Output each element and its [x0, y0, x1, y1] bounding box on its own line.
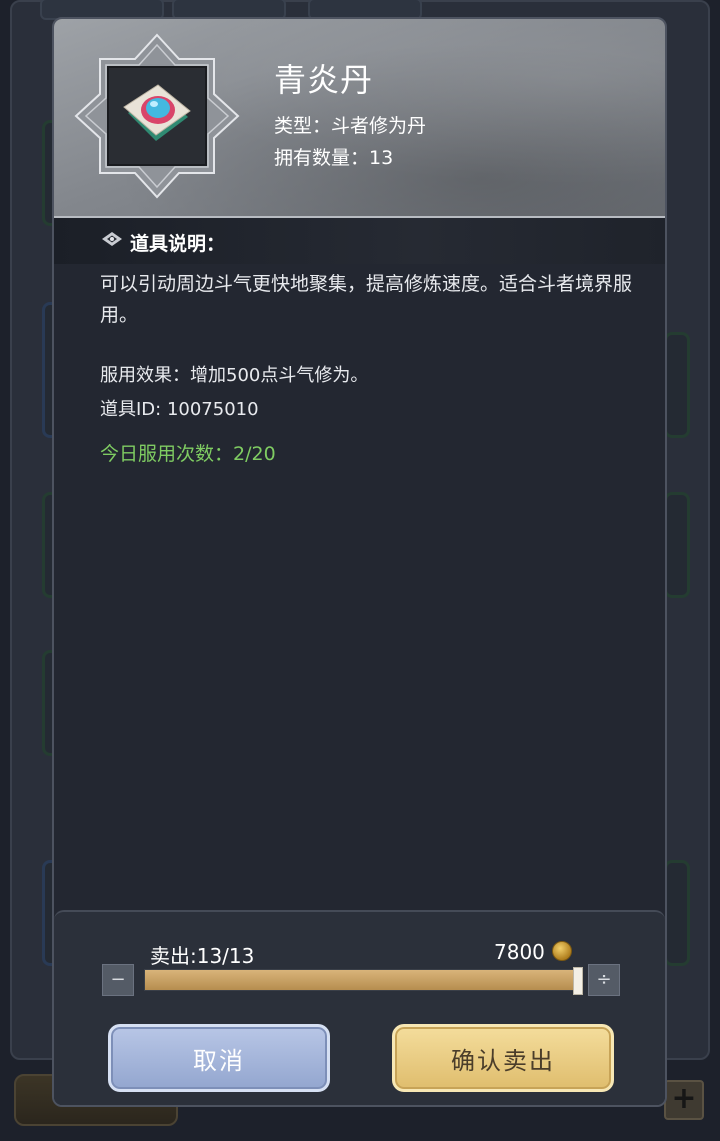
confirm-sell-button[interactable]: 确认卖出 — [392, 1024, 614, 1092]
background-slot — [664, 332, 690, 438]
slider-handle[interactable] — [573, 967, 583, 995]
decrease-button[interactable]: − — [102, 964, 134, 996]
item-header: 青炎丹 类型：斗者修为丹 拥有数量：13 — [54, 19, 665, 218]
item-effect: 服用效果：增加500点斗气修为。 — [100, 365, 369, 386]
item-owned-count: 拥有数量：13 — [274, 147, 394, 169]
daily-use-count: 今日服用次数：2/20 — [100, 443, 276, 465]
sell-price: 7800 — [494, 940, 545, 964]
item-detail-dialog: 青炎丹 类型：斗者修为丹 拥有数量：13 道具说明： 可以引动周边斗气更快地聚集… — [52, 17, 667, 1107]
item-icon-frame — [74, 33, 240, 199]
sell-quantity-slider[interactable] — [144, 967, 583, 995]
description-section-header: 道具说明： — [54, 218, 665, 264]
increase-button[interactable]: ÷ — [588, 964, 620, 996]
background-slot — [664, 860, 690, 966]
sell-panel: 卖出:13/13 7800 − ÷ 取消 确认卖出 — [54, 910, 665, 1105]
background-slot — [664, 492, 690, 598]
item-description: 可以引动周边斗气更快地聚集，提高修炼速度。适合斗者境界服用。 — [100, 273, 633, 326]
slider-fill — [145, 970, 577, 990]
item-name: 青炎丹 — [274, 61, 374, 99]
description-title: 道具说明： — [130, 233, 226, 255]
sell-quantity-label: 卖出:13/13 — [150, 944, 255, 968]
eye-icon — [102, 232, 122, 246]
gold-coin-icon — [552, 941, 572, 961]
item-id: 道具ID: 10075010 — [100, 399, 259, 420]
background-add-button: + — [664, 1080, 704, 1120]
item-type: 类型：斗者修为丹 — [274, 115, 427, 137]
cancel-button[interactable]: 取消 — [108, 1024, 330, 1092]
